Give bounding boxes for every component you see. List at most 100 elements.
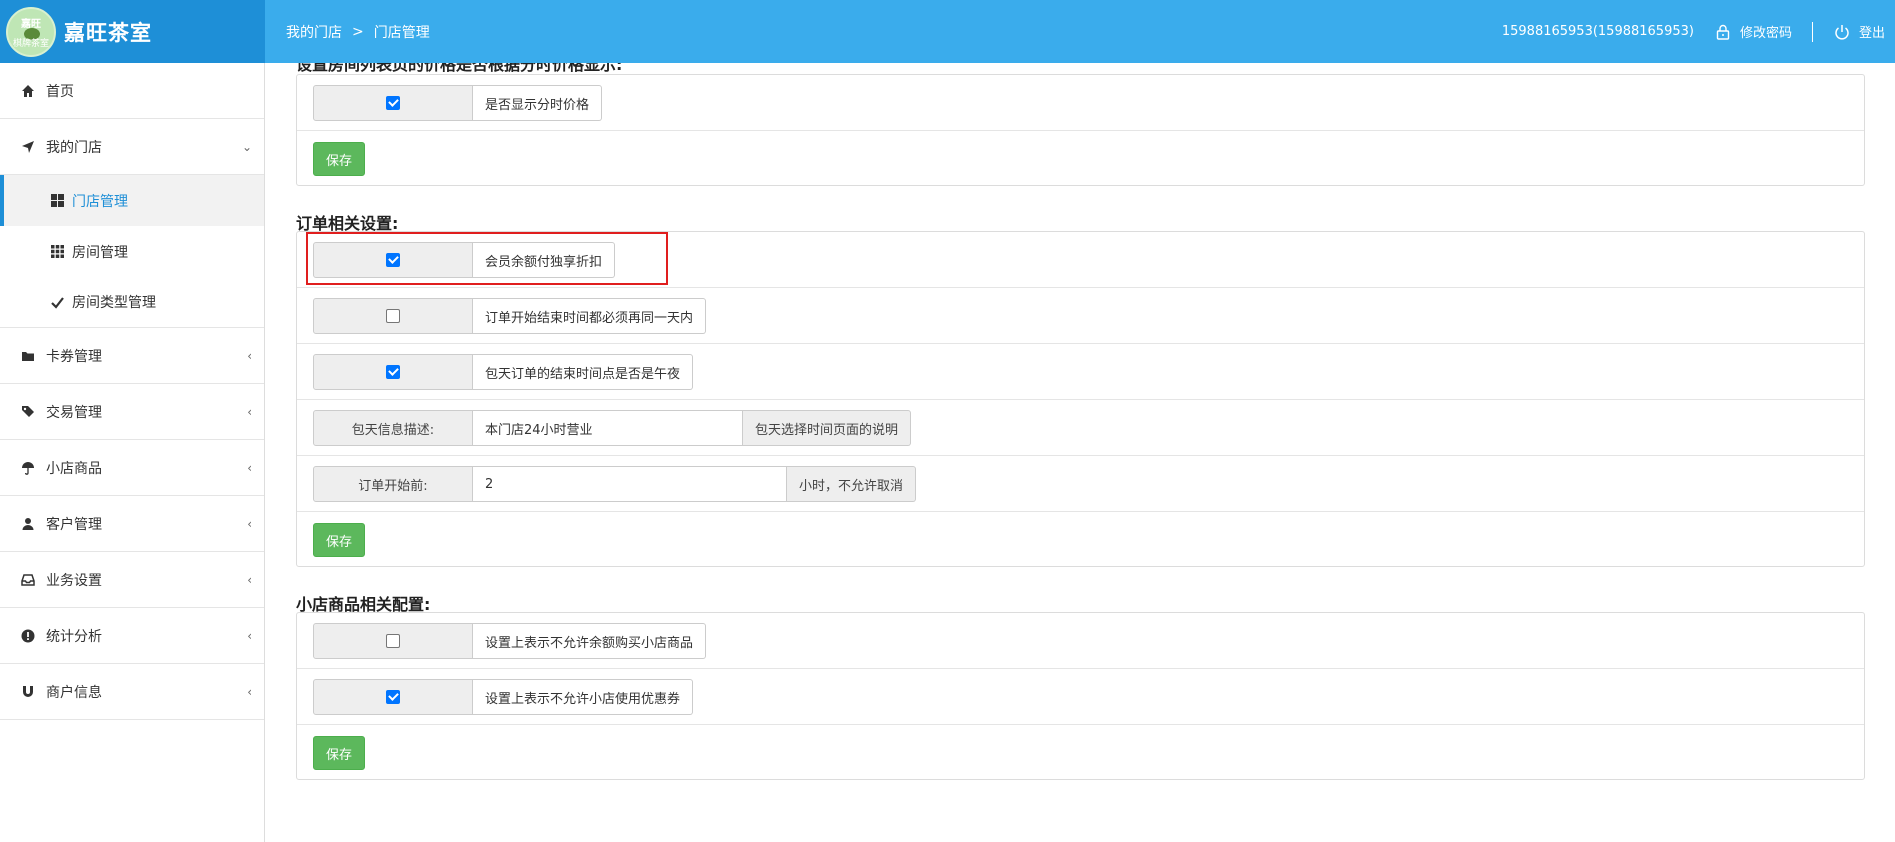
order-before-suffix: 小时，不允许取消 (787, 466, 917, 502)
brand-title: 嘉旺茶室 (64, 20, 152, 45)
checkbox-addon[interactable] (313, 85, 473, 121)
checkbox-addon[interactable] (313, 298, 473, 334)
sidebar-item-label: 我的门店 (46, 139, 102, 156)
sidebar-item-shop-goods[interactable]: 小店商品 ‹ (0, 440, 264, 496)
chevron-left-icon: ‹ (247, 460, 252, 475)
setting-label: 包天订单的结束时间点是否是午夜 (473, 354, 694, 390)
setting-label: 订单开始结束时间都必须再同一天内 (473, 298, 707, 334)
sidebar-subitem-room-type-management[interactable]: 房间类型管理 (0, 277, 264, 328)
check-icon (50, 295, 64, 309)
input-group: 是否显示分时价格 (313, 85, 603, 121)
order-before-addon: 订单开始前: (313, 466, 473, 502)
save-button[interactable]: 保存 (313, 142, 366, 176)
exclamation-icon (20, 628, 36, 644)
sidebar-subitem-label: 门店管理 (72, 193, 128, 210)
sidebar-subitem-label: 房间类型管理 (72, 295, 156, 311)
sidebar-subitem-room-management[interactable]: 房间管理 (0, 226, 264, 277)
sidebar: 首页 我的门店 ⌄ 门店管理 房间管理 房间类型管理 卡券管理 ‹ 交易管理 ‹… (0, 63, 265, 842)
sidebar-subitem-store-management[interactable]: 门店管理 (0, 175, 264, 226)
th-icon (50, 245, 64, 259)
sidebar-subitem-label: 房间管理 (72, 244, 128, 261)
sidebar-item-label: 客户管理 (46, 516, 102, 533)
input-group: 设置上表示不允许余额购买小店商品 (313, 623, 707, 659)
top-header: 嘉旺 棋牌茶室 嘉旺茶室 我的门店 > 门店管理 15988165953(159… (0, 0, 1895, 63)
daily-desc-suffix: 包天选择时间页面的说明 (743, 410, 912, 446)
midnight-end-checkbox[interactable] (386, 365, 400, 379)
member-discount-checkbox[interactable] (386, 253, 400, 267)
same-day-checkbox[interactable] (386, 309, 400, 323)
show-time-price-checkbox[interactable] (386, 96, 400, 110)
brand[interactable]: 嘉旺 棋牌茶室 嘉旺茶室 (0, 0, 265, 63)
sidebar-item-statistics[interactable]: 统计分析 ‹ (0, 608, 264, 664)
panel-shop-settings: 设置上表示不允许余额购买小店商品 设置上表示不允许小店使用优惠券 保存 (296, 612, 1865, 780)
daily-desc-addon: 包天信息描述: (313, 410, 473, 446)
no-coupon-shop-checkbox[interactable] (386, 690, 400, 704)
tags-icon (20, 404, 36, 420)
save-row: 保存 (297, 512, 1864, 568)
sidebar-item-transactions[interactable]: 交易管理 ‹ (0, 384, 264, 440)
lock-icon (1716, 24, 1730, 40)
breadcrumb-separator: > (352, 23, 364, 40)
folder-icon (20, 348, 36, 364)
sidebar-item-label: 商户信息 (46, 684, 102, 701)
setting-row: 会员余额付独享折扣 (297, 232, 1864, 288)
no-balance-shop-checkbox[interactable] (386, 634, 400, 648)
panel-order-settings: 会员余额付独享折扣 订单开始结束时间都必须再同一天内 包天订单的结束时间点是否是… (296, 231, 1865, 567)
input-group: 设置上表示不允许小店使用优惠券 (313, 679, 694, 715)
magnet-icon (20, 684, 36, 700)
setting-row: 包天信息描述: 包天选择时间页面的说明 (297, 400, 1864, 456)
save-row: 保存 (297, 131, 1864, 187)
sidebar-item-label: 统计分析 (46, 628, 102, 645)
checkbox-addon[interactable] (313, 354, 473, 390)
sidebar-item-label: 卡券管理 (46, 348, 102, 365)
sidebar-item-my-store[interactable]: 我的门店 ⌄ (0, 119, 264, 175)
save-row: 保存 (297, 725, 1864, 781)
setting-row: 订单开始前: 小时，不允许取消 (297, 456, 1864, 512)
sidebar-item-label: 小店商品 (46, 460, 102, 477)
order-before-hours-input[interactable] (473, 466, 787, 502)
input-group: 包天信息描述: 包天选择时间页面的说明 (313, 410, 912, 446)
daily-desc-input[interactable] (473, 410, 743, 446)
header-divider (1811, 21, 1813, 42)
user-icon (20, 516, 36, 532)
logo-text-bottom: 棋牌茶室 (12, 38, 49, 49)
umbrella-icon (20, 460, 36, 476)
main-content: 设置房间列表页的价格是否根据分时价格显示: 是否显示分时价格 保存 订单相关设置… (266, 63, 1895, 842)
checkbox-addon[interactable] (313, 242, 473, 278)
input-group: 订单开始前: 小时，不允许取消 (313, 466, 917, 502)
setting-label: 会员余额付独享折扣 (473, 242, 616, 278)
sidebar-item-business-settings[interactable]: 业务设置 ‹ (0, 552, 264, 608)
sidebar-item-merchant-info[interactable]: 商户信息 ‹ (0, 664, 264, 720)
setting-row: 是否显示分时价格 (297, 75, 1864, 131)
sidebar-item-customers[interactable]: 客户管理 ‹ (0, 496, 264, 552)
home-icon (20, 83, 36, 99)
chevron-left-icon: ‹ (247, 404, 252, 419)
sidebar-item-coupons[interactable]: 卡券管理 ‹ (0, 328, 264, 384)
chevron-left-icon: ‹ (247, 516, 252, 531)
input-group: 会员余额付独享折扣 (313, 242, 616, 278)
setting-row: 订单开始结束时间都必须再同一天内 (297, 288, 1864, 344)
save-button[interactable]: 保存 (313, 736, 366, 770)
checkbox-addon[interactable] (313, 679, 473, 715)
breadcrumb-store-management: 门店管理 (373, 24, 430, 41)
sidebar-item-label: 交易管理 (46, 404, 102, 421)
sidebar-item-label: 首页 (46, 83, 74, 100)
setting-label: 设置上表示不允许小店使用优惠券 (473, 679, 694, 715)
chevron-left-icon: ‹ (247, 684, 252, 699)
checkbox-addon[interactable] (313, 623, 473, 659)
panel-time-price: 是否显示分时价格 保存 (296, 74, 1865, 186)
setting-row: 包天订单的结束时间点是否是午夜 (297, 344, 1864, 400)
setting-row: 设置上表示不允许小店使用优惠券 (297, 669, 1864, 725)
input-group: 包天订单的结束时间点是否是午夜 (313, 354, 694, 390)
chevron-down-icon: ⌄ (241, 139, 252, 154)
power-icon (1835, 24, 1849, 40)
setting-row: 设置上表示不允许余额购买小店商品 (297, 613, 1864, 669)
input-group: 订单开始结束时间都必须再同一天内 (313, 298, 707, 334)
change-password-link[interactable]: 修改密码 (1714, 22, 1792, 41)
logo: 嘉旺 棋牌茶室 (6, 6, 56, 57)
sidebar-item-home[interactable]: 首页 (0, 63, 264, 119)
logout-link[interactable]: 登出 (1833, 22, 1885, 41)
breadcrumb-my-store[interactable]: 我的门店 (286, 22, 342, 42)
chevron-left-icon: ‹ (247, 628, 252, 643)
save-button[interactable]: 保存 (313, 523, 366, 557)
